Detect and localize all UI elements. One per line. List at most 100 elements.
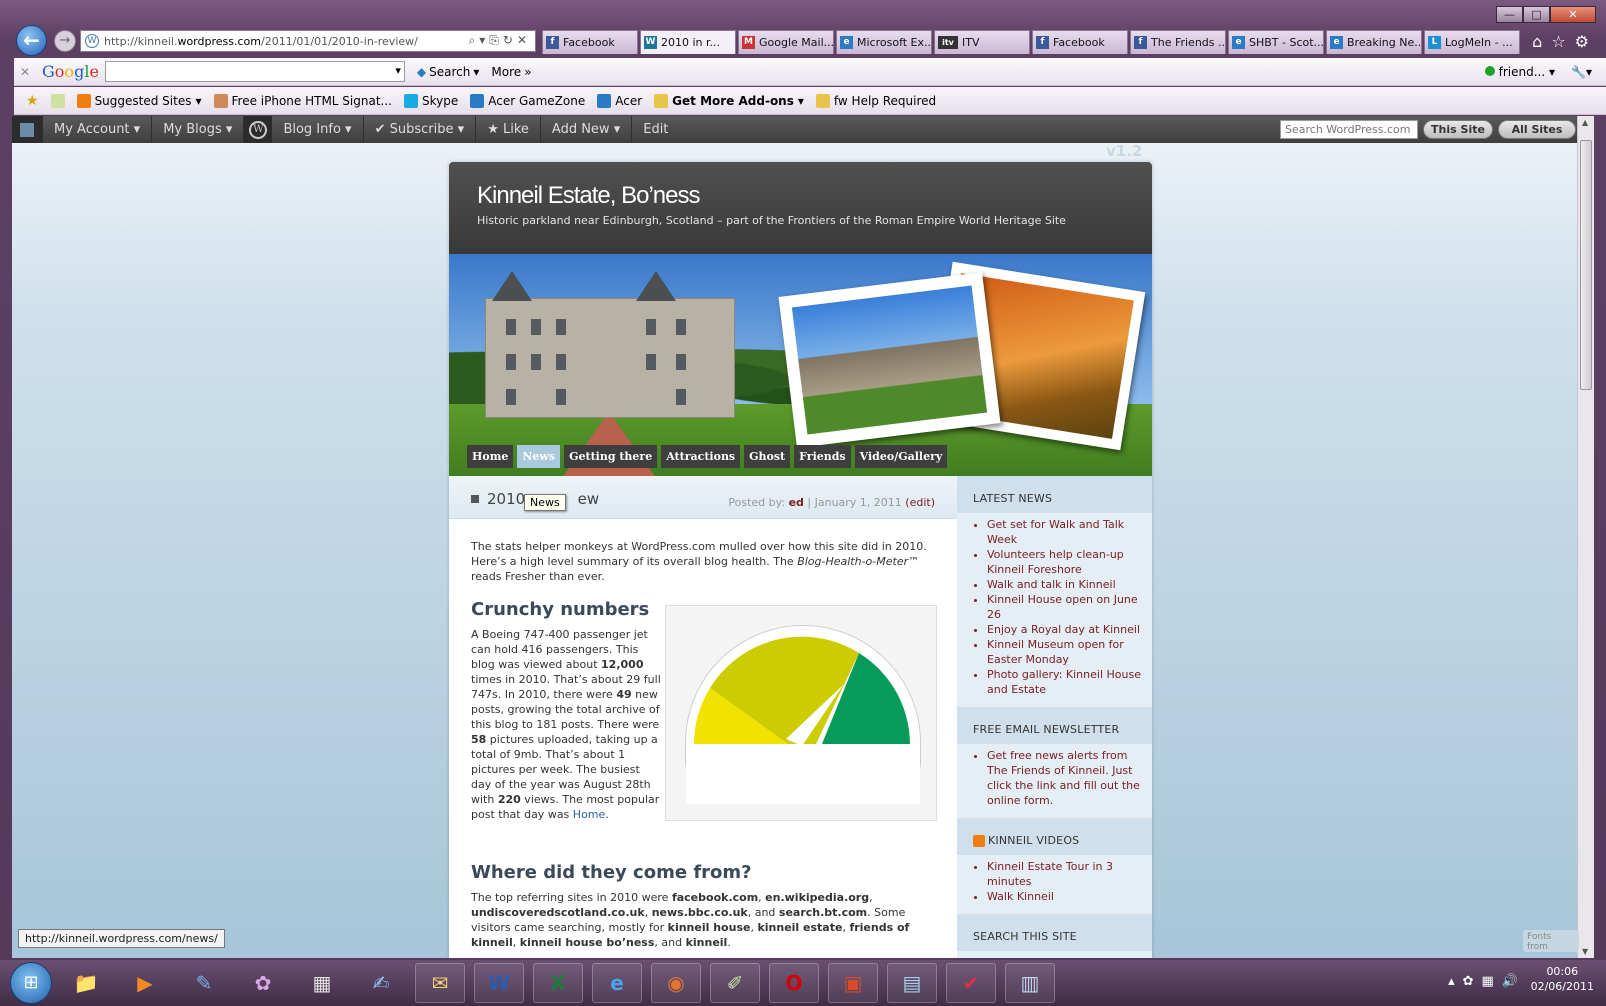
google-search-button[interactable]: ◆ Search ▾ — [417, 65, 480, 79]
minimize-button[interactable]: — — [1496, 6, 1523, 23]
fonts-badge[interactable]: Fonts from — [1523, 930, 1579, 952]
pdf2-icon[interactable]: ✔ — [946, 963, 996, 1003]
rss-icon[interactable] — [973, 835, 985, 847]
sidebar-link[interactable]: Photo gallery: Kinneil House and Estate — [987, 667, 1142, 697]
crunchy-text: A Boeing 747-400 passenger jet can hold … — [471, 628, 661, 821]
favorite-link[interactable]: fw Help Required — [815, 93, 936, 108]
browser-tab[interactable]: W 2010 in r... — [640, 30, 736, 54]
google-search-label: Search — [429, 64, 471, 79]
favorite-link[interactable]: Acer — [597, 93, 642, 108]
favorite-link[interactable]: Get More Add-ons ▾ — [654, 93, 804, 108]
site-title[interactable]: Kinneil Estate, Bo’ness — [477, 182, 1124, 210]
word-icon[interactable]: W — [474, 963, 524, 1003]
back-button[interactable]: ← — [16, 25, 47, 56]
notes-icon[interactable]: ✐ — [710, 963, 760, 1003]
maximize-button[interactable]: □ — [1523, 6, 1550, 23]
scroll-thumb[interactable] — [1580, 140, 1592, 390]
sign-icon[interactable]: ✍ — [356, 963, 406, 1003]
all-sites-button[interactable]: All Sites — [1498, 120, 1576, 139]
forward-button[interactable]: → — [54, 30, 76, 52]
sidebar-link[interactable]: Kinneil Museum open for Easter Monday — [987, 637, 1142, 667]
add-favorite-icon[interactable] — [50, 93, 65, 108]
sidebar-link[interactable]: Get free news alerts from The Friends of… — [987, 748, 1142, 808]
tray-icons[interactable]: ▴✿▦🔊 — [1448, 974, 1526, 989]
sidebar-link[interactable]: Walk and talk in Kinneil — [987, 577, 1142, 592]
google-search-input[interactable] — [104, 61, 405, 82]
add-new-menu[interactable]: Add New ▾ — [541, 116, 633, 143]
scroll-down-icon[interactable]: ▼ — [1582, 947, 1588, 956]
post-edit-link[interactable]: (edit) — [905, 496, 935, 509]
nav-item-ghost[interactable]: Ghost — [744, 445, 791, 468]
favorite-icon — [76, 93, 91, 108]
browser-tab[interactable]: e Microsoft Ex... — [836, 30, 932, 54]
scroll-up-icon[interactable]: ▲ — [1582, 118, 1588, 127]
nav-item-getting-there[interactable]: Getting there — [564, 445, 658, 468]
browser-tab[interactable]: itv ITV — [934, 30, 1030, 54]
browser-tab[interactable]: L LogMeIn - ... — [1424, 30, 1520, 54]
vertical-scrollbar[interactable]: ▲ ▼ — [1577, 116, 1594, 958]
ie-icon[interactable]: e — [592, 963, 642, 1003]
like-button[interactable]: ★ Like — [476, 116, 541, 143]
avatar[interactable] — [12, 116, 43, 143]
explorer-icon[interactable]: 📁 — [61, 963, 111, 1003]
opera-icon[interactable]: O — [769, 963, 819, 1003]
more-button[interactable]: More» — [491, 65, 531, 79]
mail-icon[interactable]: ✉ — [415, 963, 465, 1003]
sidebar-link[interactable]: Get set for Walk and Talk Week — [987, 517, 1142, 547]
nav-item-attractions[interactable]: Attractions — [661, 445, 741, 468]
browser-tab[interactable]: f Facebook — [542, 30, 638, 54]
nav-item-news[interactable]: News — [517, 445, 561, 468]
sidebar-link[interactable]: Volunteers help clean-up Kinneil Foresho… — [987, 547, 1142, 577]
browser-toolbar-icons[interactable]: ⌂☆⚙ — [1532, 32, 1598, 51]
profile-menu[interactable]: friend... ▾ — [1484, 65, 1555, 79]
tab-label: The Friends ... — [1151, 36, 1226, 49]
address-bar[interactable]: W http://kinneil. wordpress.com/2011/01/0… — [80, 30, 536, 52]
my-account-menu[interactable]: My Account ▾ — [43, 116, 153, 143]
browser-tab[interactable]: f Facebook — [1032, 30, 1128, 54]
chevron-down-icon: ▾ — [195, 93, 202, 108]
nav-item-video-gallery[interactable]: Video/Gallery — [854, 445, 948, 468]
edit-link[interactable]: Edit — [632, 116, 679, 143]
media-player-icon[interactable]: ▶ — [120, 963, 170, 1003]
post-bullet-icon — [471, 495, 479, 503]
wordpress-logo-icon[interactable]: W — [244, 116, 273, 143]
paint-icon[interactable]: ✎ — [179, 963, 229, 1003]
docs-icon[interactable]: ▤ — [887, 963, 937, 1003]
favorite-link[interactable]: Free iPhone HTML Signat... — [213, 93, 392, 108]
nav-item-friends[interactable]: Friends — [794, 445, 851, 468]
firefox-icon[interactable]: ◉ — [651, 963, 701, 1003]
browser-tab[interactable]: e Breaking Ne... — [1326, 30, 1422, 54]
address-bar-icons[interactable]: ⌕▾⎘↻✕ — [462, 33, 531, 48]
start-button[interactable]: ⊞ — [10, 962, 52, 1004]
subscribe-menu[interactable]: ✔ Subscribe ▾ — [364, 116, 477, 143]
browser-tab[interactable]: M Google Mail... — [738, 30, 834, 54]
blog-info-menu[interactable]: Blog Info ▾ — [272, 116, 364, 143]
favorite-link[interactable]: Skype — [403, 93, 458, 108]
sidebar-link[interactable]: Kinneil House open on June 26 — [987, 592, 1142, 622]
post-date: January 1, 2011 — [814, 496, 902, 509]
gallery-icon[interactable]: ✿ — [238, 963, 288, 1003]
clock[interactable]: 00:06 02/06/2011 — [1531, 964, 1594, 994]
close-toolbar-icon[interactable]: ✕ — [14, 65, 36, 79]
tab-label: Facebook — [563, 36, 615, 49]
favorite-link[interactable]: Acer GameZone — [470, 93, 585, 108]
sidebar-link[interactable]: Enjoy a Royal day at Kinneil — [987, 622, 1142, 637]
popular-post-link[interactable]: Home — [573, 808, 605, 821]
wrench-icon[interactable]: 🔧▾ — [1571, 65, 1592, 79]
wordpress-search-input[interactable]: Search WordPress.com — [1280, 120, 1418, 139]
close-window-button[interactable]: ✕ — [1550, 6, 1596, 23]
favorites-star-icon[interactable]: ★ — [26, 93, 39, 109]
browser-tab[interactable]: f The Friends ... — [1130, 30, 1226, 54]
browser-tab[interactable]: e SHBT - Scot... — [1228, 30, 1324, 54]
post-author[interactable]: ed — [789, 496, 804, 509]
this-site-button[interactable]: This Site — [1423, 120, 1493, 139]
calc-icon[interactable]: ▦ — [297, 963, 347, 1003]
nav-item-home[interactable]: Home — [467, 445, 514, 468]
pdf-icon[interactable]: ▣ — [828, 963, 878, 1003]
my-blogs-menu[interactable]: My Blogs ▾ — [152, 116, 245, 143]
network-icon[interactable]: ▥ — [1005, 963, 1055, 1003]
sidebar-link[interactable]: Walk Kinneil — [987, 889, 1142, 904]
favorite-link[interactable]: Suggested Sites ▾ — [76, 93, 202, 108]
excel-icon[interactable]: X — [533, 963, 583, 1003]
sidebar-link[interactable]: Kinneil Estate Tour in 3 minutes — [987, 859, 1142, 889]
